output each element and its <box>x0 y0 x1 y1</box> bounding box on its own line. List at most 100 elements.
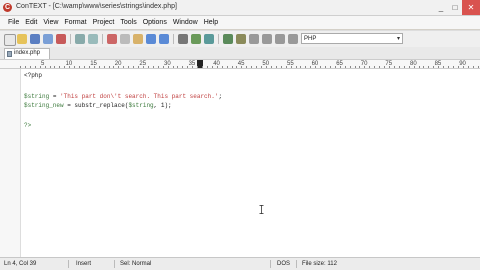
redo-icon[interactable] <box>159 34 169 44</box>
ruler-tick <box>384 66 385 68</box>
close-file-icon[interactable] <box>56 34 66 44</box>
ruler-tick <box>320 66 321 68</box>
menu-format[interactable]: Format <box>64 19 86 26</box>
code-line-1: <?php <box>24 72 43 79</box>
menu-bar: File Edit View Format Project Tools Opti… <box>0 16 480 29</box>
ruler-tick <box>443 66 444 68</box>
bookmark-icon[interactable] <box>223 34 233 44</box>
user-exec-2-icon[interactable] <box>262 34 272 44</box>
ruler-tick <box>192 66 193 68</box>
tab-index-php[interactable]: index.php <box>4 48 50 59</box>
minimize-button[interactable]: _ <box>434 0 448 15</box>
new-file-icon[interactable] <box>4 34 16 46</box>
ruler-tick <box>113 66 114 68</box>
ruler-tick <box>202 66 203 68</box>
ruler-tick <box>207 66 208 68</box>
ruler-tick <box>256 66 257 68</box>
ruler-tick <box>389 66 390 68</box>
status-divider <box>68 260 69 268</box>
ruler-tick <box>478 66 479 68</box>
toolbar: PHP ▾ <box>0 30 480 48</box>
ruler-number: 5 <box>41 61 45 67</box>
ruler-tick <box>182 66 183 68</box>
menu-edit[interactable]: Edit <box>25 19 37 26</box>
print-icon[interactable] <box>75 34 85 44</box>
ruler-tick <box>261 66 262 68</box>
menu-project[interactable]: Project <box>93 19 115 26</box>
menu-tools[interactable]: Tools <box>120 19 136 26</box>
ruler-tick <box>20 66 21 68</box>
ruler-tick <box>241 66 242 68</box>
ruler-tick <box>448 66 449 68</box>
ruler-tick <box>158 66 159 68</box>
ruler-tick <box>109 66 110 68</box>
language-value: PHP <box>304 36 317 42</box>
ruler-tick <box>163 66 164 68</box>
ruler-tick <box>463 66 464 68</box>
ruler-tick <box>468 66 469 68</box>
ruler-tick <box>399 66 400 68</box>
menu-help[interactable]: Help <box>204 19 218 26</box>
menu-file[interactable]: File <box>8 19 19 26</box>
ruler-tick <box>25 66 26 68</box>
maximize-button[interactable]: □ <box>448 0 462 15</box>
ruler-tick <box>133 66 134 68</box>
ruler-tick <box>232 66 233 68</box>
column-ruler: 510152025303540455055606570758085909510 <box>0 59 480 69</box>
cut-icon[interactable] <box>107 34 117 44</box>
undo-icon[interactable] <box>146 34 156 44</box>
ruler-tick <box>458 66 459 68</box>
ruler-tick <box>286 66 287 68</box>
ruler-tick <box>394 66 395 68</box>
menu-options[interactable]: Options <box>143 19 167 26</box>
ruler-tick <box>355 66 356 68</box>
menu-window[interactable]: Window <box>173 19 198 26</box>
ruler-tick <box>236 66 237 68</box>
ruler-tick <box>404 66 405 68</box>
paste-icon[interactable] <box>133 34 143 44</box>
ruler-tick <box>305 66 306 68</box>
ruler-tick <box>45 66 46 68</box>
ruler-tick <box>143 66 144 68</box>
user-exec-1-icon[interactable] <box>249 34 259 44</box>
ruler-tick <box>291 66 292 68</box>
ruler-tick <box>369 66 370 68</box>
ruler-tick <box>300 66 301 68</box>
code-line-3: $string = 'This part don\'t search. This… <box>24 93 223 100</box>
cursor-position: Ln 4, Col 39 <box>4 261 37 267</box>
ruler-tick <box>104 66 105 68</box>
ruler-tick <box>40 66 41 68</box>
chevron-down-icon: ▾ <box>396 36 400 42</box>
ruler-tick <box>453 66 454 68</box>
save-icon[interactable] <box>30 34 40 44</box>
replace-icon[interactable] <box>204 34 214 44</box>
goto-line-icon[interactable] <box>236 34 246 44</box>
ruler-tick <box>123 66 124 68</box>
ruler-tick <box>379 66 380 68</box>
ruler-tick <box>30 66 31 68</box>
window-controls: _ □ ✕ <box>434 0 480 15</box>
user-exec-4-icon[interactable] <box>288 34 298 44</box>
toolbar-divider <box>173 34 174 44</box>
code-editor[interactable]: <?php $string = 'This part don\'t search… <box>0 69 480 257</box>
ruler-tick <box>118 66 119 68</box>
window-title: ConTEXT - [C:\wamp\www\series\strings\in… <box>16 3 177 10</box>
open-folder-icon[interactable] <box>17 34 27 44</box>
print-preview-icon[interactable] <box>88 34 98 44</box>
ruler-tick <box>296 66 297 68</box>
status-divider <box>114 260 115 268</box>
line-ending: DOS <box>277 261 291 267</box>
ruler-tick <box>414 66 415 68</box>
find-next-icon[interactable] <box>191 34 201 44</box>
language-select[interactable]: PHP ▾ <box>301 33 403 44</box>
ruler-tick <box>227 66 228 68</box>
find-icon[interactable] <box>178 34 188 44</box>
copy-icon[interactable] <box>120 34 130 44</box>
ruler-tick <box>374 66 375 68</box>
save-all-icon[interactable] <box>43 34 53 44</box>
ruler-tick <box>310 66 311 68</box>
close-button[interactable]: ✕ <box>462 0 480 15</box>
menu-view[interactable]: View <box>43 19 58 26</box>
selection-mode: Sel: Normal <box>120 261 152 267</box>
user-exec-3-icon[interactable] <box>275 34 285 44</box>
